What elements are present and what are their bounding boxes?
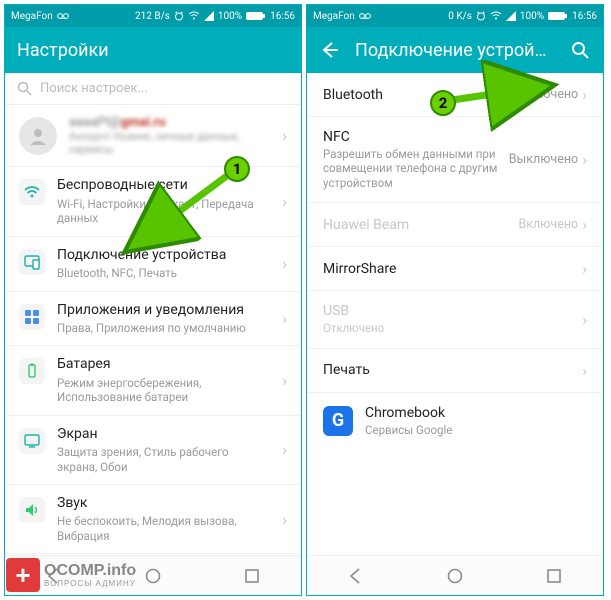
nav-home-button[interactable] [143, 566, 163, 586]
chevron-right-icon: › [282, 126, 287, 145]
battery-icon [246, 11, 266, 21]
row-apps[interactable]: Приложения и уведомленияПрава, Приложени… [5, 292, 301, 347]
sound-icon [19, 497, 45, 523]
clock: 16:56 [572, 11, 597, 22]
chevron-right-icon: › [582, 215, 587, 234]
chevron-right-icon: › [282, 510, 287, 529]
chevron-right-icon: › [282, 371, 287, 390]
net-speed: 212 B/s [135, 11, 170, 22]
phone-right: MegaFon 0 K/s 100% 16:56 Подключение уст… [306, 4, 604, 596]
chevron-right-icon: › [582, 85, 587, 104]
carrier-label: MegaFon [313, 11, 355, 22]
value-label: Включено [518, 217, 578, 232]
account-text: aaaaPI@gmai.ru Аккаунт Huawei, личные да… [69, 115, 239, 156]
alarm-icon [476, 11, 486, 21]
chevron-right-icon: › [282, 192, 287, 211]
search-icon [17, 81, 32, 96]
carrier-label: MegaFon [11, 11, 53, 22]
wifi-icon [490, 11, 502, 21]
nav-home-button[interactable] [445, 566, 465, 586]
watermark-logo: + OCOMP.info вопросы админу [6, 558, 136, 592]
chevron-right-icon: › [582, 150, 587, 169]
clock: 16:56 [270, 11, 295, 22]
battery-pct: 100% [520, 11, 544, 22]
device-connection-icon [19, 249, 45, 275]
nav-back-button[interactable] [346, 566, 366, 586]
back-button[interactable] [319, 39, 341, 61]
chevron-right-icon: › [282, 309, 287, 328]
voicemail-icon [359, 12, 371, 20]
voicemail-icon [57, 12, 69, 20]
search-placeholder: Поиск настроек... [40, 81, 148, 96]
alarm-icon [174, 11, 184, 21]
row-mirrorshare[interactable]: MirrorShare › [307, 247, 603, 291]
signal-icon [506, 11, 516, 21]
app-bar: Подключение устройства [307, 27, 603, 73]
phone-left: MegaFon 212 B/s 100% 16:56 Настройки Пои… [4, 4, 302, 596]
chevron-right-icon: › [282, 254, 287, 273]
row-bluetooth[interactable]: Bluetooth Выключено › [307, 73, 603, 117]
page-title: Настройки [17, 40, 289, 61]
display-icon [19, 428, 45, 454]
signal-icon [204, 11, 214, 21]
row-battery[interactable]: БатареяРежим энергосбережения, Использов… [5, 346, 301, 415]
row-sound[interactable]: ЗвукНе беспокоить, Мелодия вызова, Вибра… [5, 485, 301, 554]
google-icon: G [323, 406, 353, 436]
search-input[interactable]: Поиск настроек... [5, 73, 301, 105]
apps-icon [19, 304, 45, 330]
row-device-connection[interactable]: Подключение устройстваBluetooth, NFC, Пе… [5, 237, 301, 292]
wifi-icon [188, 11, 200, 21]
search-button[interactable] [569, 39, 591, 61]
net-speed: 0 K/s [448, 11, 472, 22]
status-bar: MegaFon 0 K/s 100% 16:56 [307, 5, 603, 27]
row-wireless[interactable]: Беспроводные сетиWi-Fi, Настройки SIM-ка… [5, 167, 301, 236]
row-usb: USBОтключено › [307, 291, 603, 348]
nav-bar [307, 555, 603, 595]
nav-recent-button[interactable] [544, 566, 564, 586]
chevron-right-icon: › [582, 259, 587, 278]
battery-icon [548, 11, 568, 21]
page-title: Подключение устройства [355, 40, 555, 61]
battery-pct: 100% [218, 11, 242, 22]
wifi-settings-icon [19, 179, 45, 205]
value-label: Выключено [509, 152, 578, 167]
row-nfc[interactable]: NFCРазрешить обмен данными при совмещени… [307, 117, 603, 203]
row-print[interactable]: Печать › [307, 349, 603, 393]
row-huawei-beam: Huawei Beam Включено › [307, 203, 603, 247]
battery-settings-icon [19, 358, 45, 384]
chevron-right-icon: › [582, 310, 587, 329]
row-chromebook[interactable]: G ChromebookСервисы Google [307, 393, 603, 449]
value-label: Выключено [509, 87, 578, 102]
avatar [19, 117, 57, 155]
nav-recent-button[interactable] [242, 566, 262, 586]
plus-icon: + [6, 558, 40, 592]
chevron-right-icon: › [282, 440, 287, 459]
app-bar: Настройки [5, 27, 301, 73]
chevron-right-icon: › [582, 361, 587, 380]
account-row[interactable]: aaaaPI@gmai.ru Аккаунт Huawei, личные да… [5, 105, 301, 167]
row-display[interactable]: ЭкранЗащита зрения, Стиль рабочего экран… [5, 416, 301, 485]
status-bar: MegaFon 212 B/s 100% 16:56 [5, 5, 301, 27]
